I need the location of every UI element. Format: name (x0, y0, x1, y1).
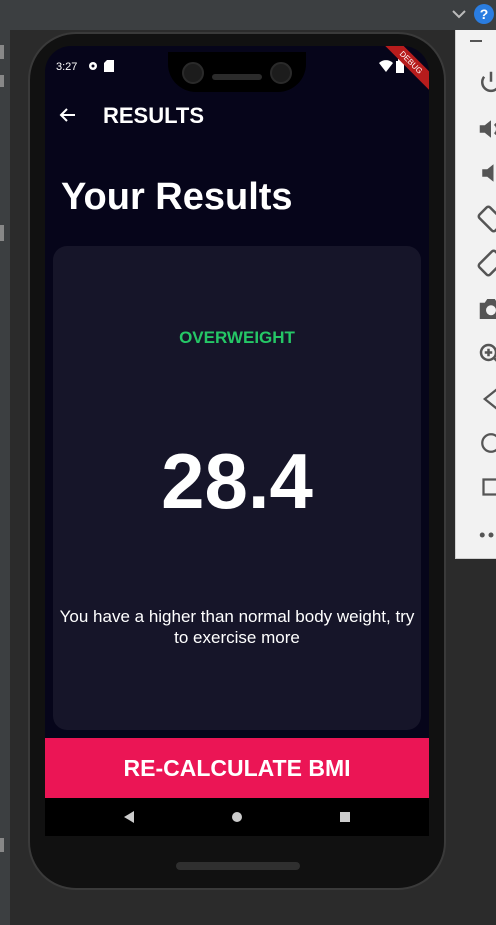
bmi-value: 28.4 (161, 437, 313, 525)
power-icon[interactable] (476, 68, 496, 98)
home-circle-icon[interactable] (476, 428, 496, 458)
left-strip-marker (0, 75, 4, 87)
wifi-icon (379, 60, 393, 72)
navigation-bar (45, 798, 429, 836)
rotate-left-icon[interactable] (476, 204, 496, 234)
result-card: OVERWEIGHT 28.4 You have a higher than n… (53, 246, 421, 730)
more-icon[interactable] (476, 520, 496, 550)
status-time: 3:27 (56, 61, 78, 73)
zoom-icon[interactable] (476, 340, 496, 370)
volume-up-icon[interactable] (476, 114, 496, 144)
front-camera-icon (182, 62, 204, 84)
left-strip-marker (0, 225, 4, 241)
front-sensor-icon (270, 62, 292, 84)
emulator-toolbar (455, 30, 496, 559)
overview-square-icon[interactable] (476, 472, 496, 502)
camera-icon[interactable] (476, 294, 496, 324)
help-icon[interactable]: ? (474, 4, 494, 24)
volume-down-icon[interactable] (476, 158, 496, 188)
nav-overview-icon[interactable] (336, 808, 354, 826)
host-title-strip (0, 0, 496, 30)
recalculate-button[interactable]: RE-CALCULATE BMI (45, 738, 429, 798)
back-triangle-icon[interactable] (476, 384, 496, 414)
host-left-strip (0, 30, 10, 925)
back-arrow-icon[interactable] (59, 106, 77, 124)
speaker-grille (212, 74, 262, 80)
chevron-down-icon[interactable] (449, 4, 469, 24)
rotate-right-icon[interactable] (476, 248, 496, 278)
left-strip-marker (0, 838, 4, 852)
app-bar-title: RESULTS (103, 103, 205, 128)
sd-card-icon (104, 60, 114, 72)
gear-icon (89, 62, 97, 70)
nav-back-icon[interactable] (120, 808, 138, 826)
result-status: OVERWEIGHT (179, 328, 295, 347)
bmi-advice: You have a higher than normal body weigh… (59, 607, 415, 647)
left-strip-marker (0, 45, 4, 59)
phone-chin-speaker (176, 862, 300, 870)
phone-notch (168, 52, 306, 92)
page-heading: Your Results (61, 176, 293, 218)
nav-home-icon[interactable] (228, 808, 246, 826)
phone-screen: 3:27 DEBUG RESULTS Your Results OVERWEIG… (45, 46, 429, 836)
minimize-icon[interactable] (470, 40, 482, 42)
app-bar: RESULTS (45, 96, 429, 136)
